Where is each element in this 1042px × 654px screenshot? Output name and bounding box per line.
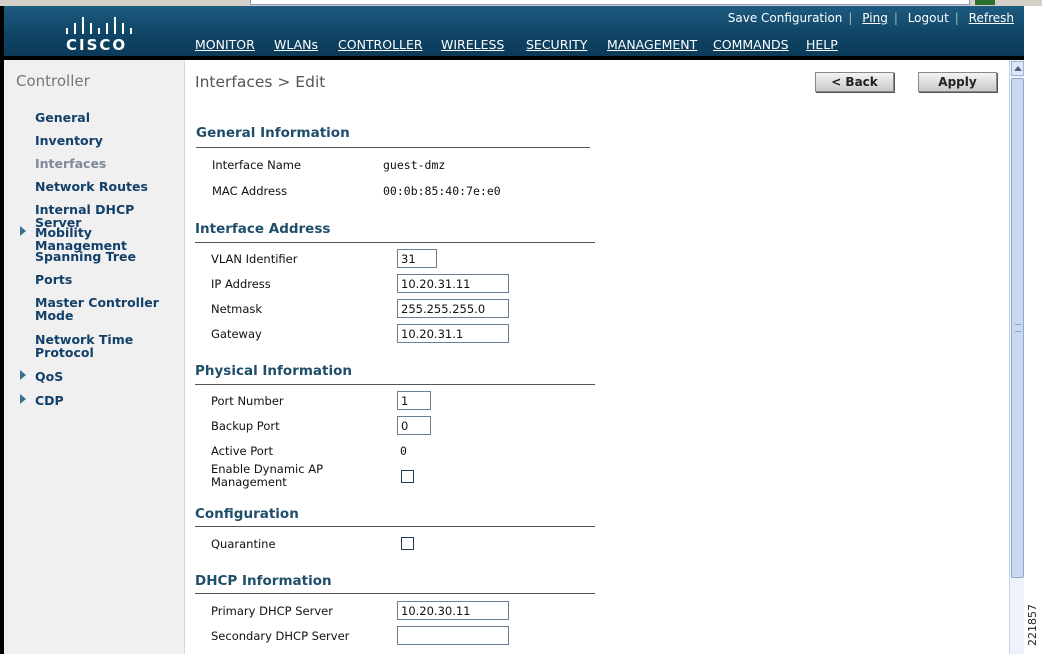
sidebar-item-interfaces[interactable]: Interfaces: [35, 157, 106, 170]
secondary-dhcp-server-input[interactable]: [397, 626, 509, 645]
primary-dhcp-server-label: Primary DHCP Server: [211, 604, 333, 618]
go-button[interactable]: [975, 0, 995, 5]
sidebar-item-inventory[interactable]: Inventory: [35, 134, 103, 147]
mac-address-value: 00:0b:85:40:7e:e0: [383, 184, 501, 198]
ip-address-input[interactable]: 10.20.31.11: [397, 274, 509, 293]
refresh-link[interactable]: Refresh: [969, 11, 1014, 25]
sidebar-title: Controller: [16, 72, 90, 90]
interface-name-value: guest-dmz: [383, 158, 446, 172]
figure-number: 221857: [1026, 604, 1039, 646]
active-port-label: Active Port: [211, 444, 274, 458]
vlan-identifier-input[interactable]: 31: [397, 249, 437, 268]
logout-link[interactable]: Logout: [908, 11, 949, 25]
netmask-label: Netmask: [211, 302, 263, 316]
sidebar-item-spanning-tree[interactable]: Spanning Tree: [35, 250, 136, 263]
quarantine-label: Quarantine: [211, 537, 276, 551]
sidebar-item-cdp[interactable]: CDP: [35, 394, 64, 407]
dynamic-ap-management-label: Enable Dynamic AP Management: [211, 462, 324, 489]
section-address-title: Interface Address: [195, 221, 331, 237]
sidebar-item-master-controller-mode[interactable]: Master Controller Mode: [35, 296, 165, 322]
scroll-up-icon[interactable]: [1011, 61, 1024, 76]
header-bar: CISCO Save Configuration | Ping | Logout | …: [4, 6, 1024, 60]
utility-links: Save Configuration | Ping | Logout | Refres…: [727, 11, 1014, 25]
section-physical-title: Physical Information: [195, 363, 352, 379]
secondary-dhcp-server-label: Secondary DHCP Server: [211, 629, 350, 643]
primary-dhcp-server-input[interactable]: 10.20.30.11: [397, 601, 509, 620]
sidebar-item-general[interactable]: General: [35, 111, 90, 124]
port-number-input[interactable]: 1: [397, 391, 431, 410]
cisco-bars-icon: [66, 16, 132, 34]
section-divider: [196, 147, 590, 148]
sidebar-item-network-time-protocol[interactable]: Network Time Protocol: [35, 333, 145, 359]
interface-name-label: Interface Name: [212, 158, 302, 172]
section-divider: [195, 526, 595, 527]
sidebar-item-ports[interactable]: Ports: [35, 273, 72, 286]
page-title: Interfaces > Edit: [195, 73, 326, 91]
sidebar-item-network-routes[interactable]: Network Routes: [35, 180, 148, 193]
section-divider: [195, 593, 595, 594]
expand-arrow-icon[interactable]: [20, 226, 26, 236]
backup-port-label: Backup Port: [211, 419, 280, 433]
port-number-label: Port Number: [211, 394, 284, 408]
ip-address-label: IP Address: [211, 277, 271, 291]
dynamic-ap-management-checkbox[interactable]: [401, 470, 414, 483]
apply-button[interactable]: Apply: [918, 72, 997, 92]
section-divider: [195, 384, 595, 385]
expand-arrow-icon[interactable]: [20, 394, 26, 404]
active-port-value: 0: [400, 444, 407, 458]
section-general-title: General Information: [196, 125, 350, 141]
netmask-input[interactable]: 255.255.255.0: [397, 299, 509, 318]
section-configuration-title: Configuration: [195, 506, 299, 522]
gateway-label: Gateway: [211, 327, 262, 341]
gateway-input[interactable]: 10.20.31.1: [397, 324, 509, 343]
main-content: Interfaces > Edit < Back Apply General I…: [185, 60, 1009, 654]
sidebar-item-qos[interactable]: QoS: [35, 370, 63, 383]
cisco-wordmark: CISCO: [66, 36, 128, 54]
expand-arrow-icon[interactable]: [20, 370, 26, 380]
back-button[interactable]: < Back: [815, 72, 894, 92]
ping-link[interactable]: Ping: [862, 11, 888, 25]
address-bar[interactable]: [250, 0, 970, 5]
section-divider: [195, 242, 595, 243]
mac-address-label: MAC Address: [212, 184, 288, 198]
scrollbar-thumb[interactable]: [1011, 78, 1024, 578]
vertical-scrollbar[interactable]: [1009, 60, 1024, 654]
save-configuration-link[interactable]: Save Configuration: [728, 11, 843, 25]
cisco-logo: CISCO: [64, 16, 134, 56]
backup-port-input[interactable]: 0: [397, 416, 431, 435]
quarantine-checkbox[interactable]: [401, 537, 414, 550]
section-dhcp-title: DHCP Information: [195, 573, 332, 589]
vlan-identifier-label: VLAN Identifier: [211, 252, 298, 266]
sidebar: Controller General Inventory Interfaces …: [4, 60, 185, 654]
